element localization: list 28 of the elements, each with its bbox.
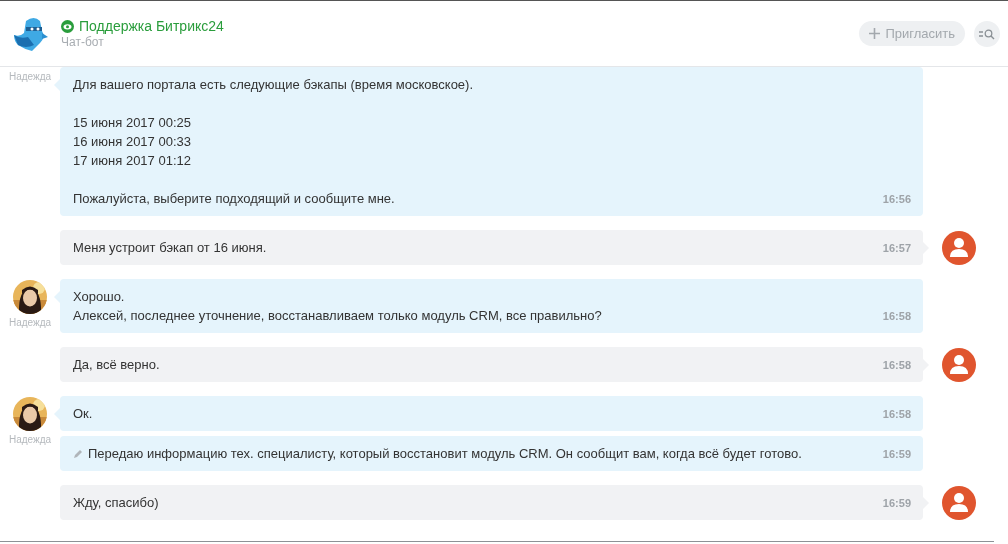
message-text: Да, всё верно.: [73, 357, 160, 372]
message-time: 16:58: [882, 309, 911, 324]
message-time: 16:58: [882, 358, 911, 373]
message-text: Жду, спасибо): [73, 495, 159, 510]
author-name: Надежда: [8, 317, 52, 328]
invite-button[interactable]: Пригласить: [859, 21, 965, 46]
message-time: 16:59: [882, 496, 911, 511]
search-button[interactable]: [974, 20, 1000, 47]
search-icon: [979, 27, 995, 40]
message-text: Ок.: [73, 406, 93, 421]
eye-icon: [61, 19, 74, 33]
message-time: 16:57: [882, 241, 911, 256]
user-avatar-icon: [941, 231, 976, 265]
plus-icon: [869, 28, 881, 39]
message-text: Передаю информацию тех. специалисту, который восстановит модуль CRM. Он сообщит вам, когда всё будет готово.: [88, 446, 802, 461]
chat-subtitle: Чат-бот: [61, 35, 105, 49]
author-name: Надежда: [8, 71, 52, 82]
chat-title: Поддержка Битрикс24: [79, 18, 224, 34]
user-avatar-icon: [941, 486, 976, 520]
message-time: 16:59: [882, 447, 911, 462]
message-time: 16:58: [882, 407, 911, 422]
message-text: Для вашего портала есть следующие бэкапы (время московское). 15 июня 2017 00:25 16 июня 2017 00:33 17 июня 2017 01:12 Пожалуйста, выберите подходящий и сообщите мне.: [73, 77, 474, 206]
message-text: Меня устроит бэкап от 16 июня.: [73, 240, 267, 255]
user-avatar-icon: [941, 348, 976, 382]
message-time: 16:56: [882, 192, 911, 207]
message-text: Хорошо. Алексей, последнее уточнение, восстанавливаем только модуль CRM, все правильно?: [73, 289, 602, 323]
author-name: Надежда: [8, 434, 52, 445]
pencil-icon: [73, 449, 83, 459]
